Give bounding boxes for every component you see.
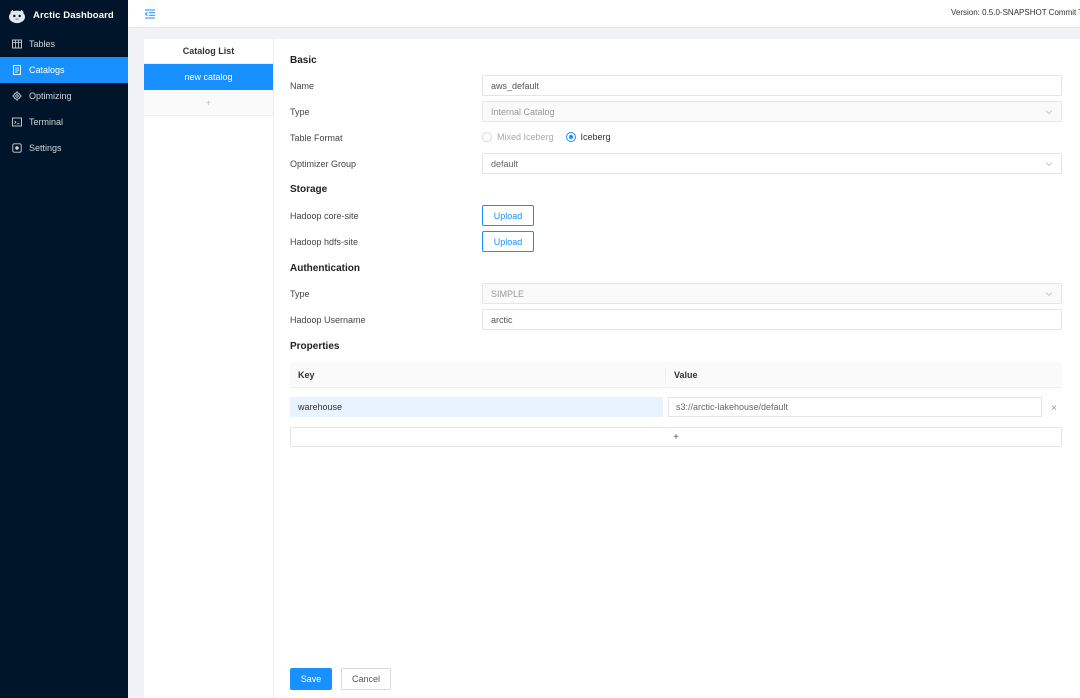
- add-property-button[interactable]: +: [290, 427, 1062, 447]
- name-input[interactable]: aws_default: [482, 75, 1062, 96]
- core-site-label: Hadoop core-site: [290, 211, 359, 221]
- table-icon: [12, 39, 22, 49]
- type-label: Type: [290, 107, 310, 117]
- radio-iceberg-label: Iceberg: [580, 132, 611, 142]
- upload-hdfs-site-button[interactable]: Upload: [482, 231, 534, 252]
- sidebar-item-tables[interactable]: Tables: [0, 31, 128, 57]
- save-button[interactable]: Save: [290, 668, 332, 690]
- optimizer-group-label: Optimizer Group: [290, 159, 357, 169]
- upload-core-site-button[interactable]: Upload: [482, 205, 534, 226]
- sidebar-item-optimizing[interactable]: Optimizing: [0, 83, 128, 109]
- gear-icon: [12, 91, 22, 101]
- sidebar-item-label: Tables: [29, 39, 56, 49]
- sidebar-item-label: Catalogs: [29, 65, 65, 75]
- settings-icon: [12, 143, 22, 153]
- sidebar-item-terminal[interactable]: Terminal: [0, 109, 128, 135]
- property-key-input[interactable]: warehouse: [290, 397, 663, 417]
- auth-type-label: Type: [290, 289, 310, 299]
- remove-property-icon[interactable]: ×: [1049, 403, 1059, 414]
- value-column-header: Value: [674, 369, 698, 380]
- hdfs-site-label: Hadoop hdfs-site: [290, 237, 359, 247]
- arctic-logo-icon: [9, 9, 25, 23]
- catalog-list-panel: Catalog List new catalog +: [144, 39, 274, 698]
- terminal-icon: [12, 117, 22, 127]
- auth-type-value: SIMPLE: [491, 288, 525, 299]
- chevron-down-icon: [1045, 162, 1053, 167]
- app-title: Arctic Dashboard: [33, 10, 114, 21]
- cancel-button[interactable]: Cancel: [341, 668, 391, 690]
- sidebar-item-label: Terminal: [29, 117, 64, 127]
- section-title-authentication: Authentication: [290, 263, 360, 274]
- brand[interactable]: Arctic Dashboard: [0, 0, 128, 31]
- sidebar-item-label: Optimizing: [29, 91, 72, 101]
- sidebar-nav: Tables Catalogs Optimizing Terminal Sett…: [0, 31, 128, 161]
- properties-table-header: Key Value: [290, 362, 1062, 388]
- optimizer-group-select[interactable]: default: [482, 153, 1062, 174]
- radio-mixed-iceberg-circle: [482, 132, 492, 142]
- key-column-header: Key: [290, 366, 666, 383]
- name-label: Name: [290, 81, 315, 91]
- radio-mixed-iceberg-label: Mixed Iceberg: [497, 132, 554, 142]
- radio-mixed-iceberg[interactable]: Mixed Iceberg: [482, 132, 554, 142]
- sidebar-item-catalogs[interactable]: Catalogs: [0, 57, 128, 83]
- auth-type-select[interactable]: SIMPLE: [482, 283, 1062, 304]
- radio-iceberg[interactable]: Iceberg: [565, 132, 611, 142]
- section-title-storage: Storage: [290, 184, 328, 195]
- hadoop-username-input[interactable]: arctic: [482, 309, 1062, 330]
- menu-fold-icon[interactable]: [144, 8, 156, 20]
- version-text: Version: 0.5.0-SNAPSHOT Commit Ti: [951, 8, 1080, 17]
- type-select-value: Internal Catalog: [491, 106, 555, 117]
- table-format-radio-group: Mixed Iceberg Iceberg: [482, 132, 611, 142]
- sidebar: Arctic Dashboard Tables Catalogs Optimiz…: [0, 0, 128, 698]
- hadoop-username-label: Hadoop Username: [290, 315, 366, 325]
- chevron-down-icon: [1045, 110, 1053, 115]
- catalog-list-title: Catalog List: [144, 39, 273, 64]
- radio-iceberg-circle: [565, 132, 576, 142]
- sidebar-item-settings[interactable]: Settings: [0, 135, 128, 161]
- property-value-input[interactable]: s3://arctic-lakehouse/default: [668, 397, 1042, 417]
- optimizer-group-value: default: [491, 158, 519, 169]
- document-icon: [12, 65, 22, 75]
- table-format-label: Table Format: [290, 133, 343, 143]
- catalog-form: Basic Name aws_default Type Internal Cat…: [274, 39, 1080, 698]
- section-title-basic: Basic: [290, 55, 317, 66]
- catalog-item-new-catalog[interactable]: new catalog: [144, 64, 273, 90]
- chevron-down-icon: [1045, 292, 1053, 297]
- top-header: Version: 0.5.0-SNAPSHOT Commit Ti: [128, 0, 1080, 28]
- type-select[interactable]: Internal Catalog: [482, 101, 1062, 122]
- sidebar-item-label: Settings: [29, 143, 62, 153]
- section-title-properties: Properties: [290, 341, 340, 352]
- add-catalog-button[interactable]: +: [144, 90, 273, 116]
